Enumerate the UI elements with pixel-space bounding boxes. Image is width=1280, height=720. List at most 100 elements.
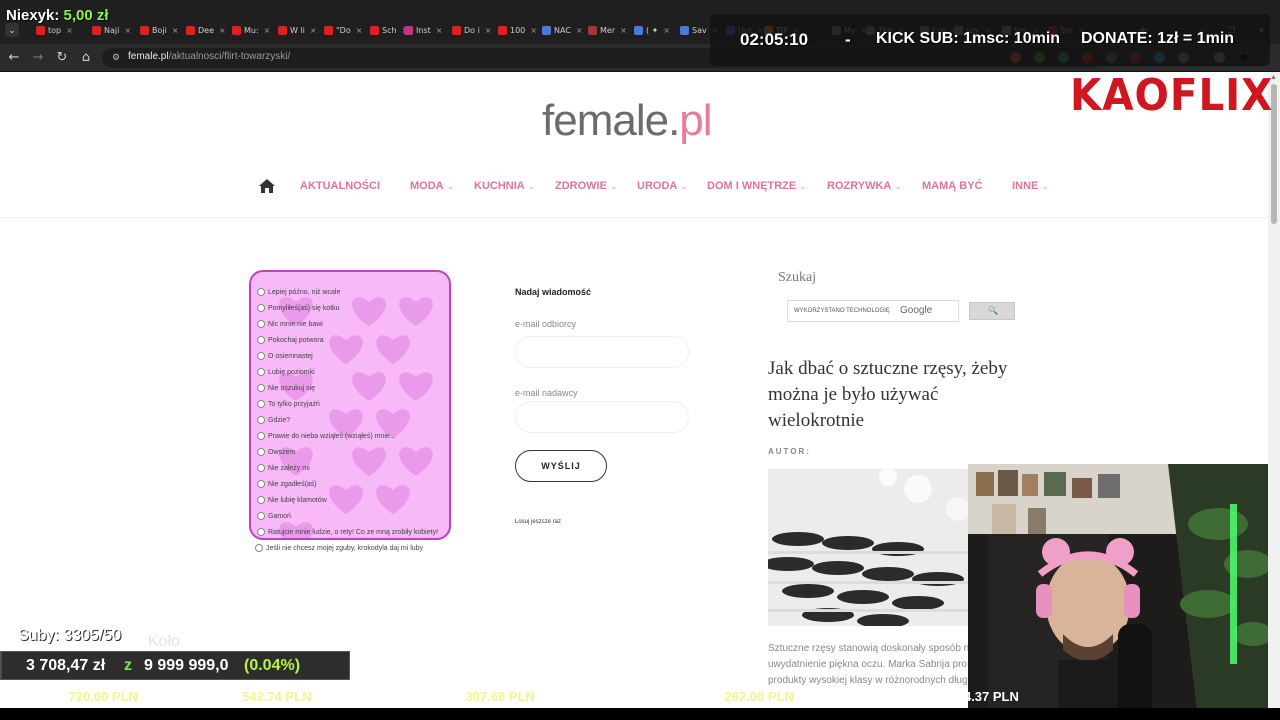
- recipient-email-input[interactable]: [515, 336, 689, 368]
- article-title[interactable]: Jak dbać o sztuczne rzęsy, żeby można je…: [768, 356, 1028, 434]
- tab-close-icon[interactable]: ×: [219, 26, 226, 35]
- reload-icon[interactable]: ↻: [54, 50, 70, 66]
- tab-close-icon[interactable]: ×: [436, 26, 443, 35]
- tab-close-icon[interactable]: ×: [310, 26, 317, 35]
- radio-button[interactable]: [257, 512, 265, 520]
- tab-close-icon[interactable]: ×: [124, 26, 131, 35]
- browser-tab[interactable]: Dee ×: [186, 22, 226, 38]
- tab-label: Sav: [692, 25, 707, 35]
- tab-label: top: [48, 25, 62, 35]
- tab-close-icon[interactable]: ×: [485, 26, 492, 35]
- donor-amount: 262.00 PLN: [724, 689, 794, 704]
- radio-button[interactable]: [255, 544, 263, 552]
- quiz-option[interactable]: O osiemnastej: [257, 352, 313, 360]
- radio-button[interactable]: [257, 432, 265, 440]
- send-button[interactable]: WYŚLIJ: [515, 450, 607, 482]
- radio-button[interactable]: [257, 464, 265, 472]
- quiz-option[interactable]: Pomyliłeś(aś) się kotku: [257, 304, 340, 312]
- menu-item[interactable]: AKTUALNOŚCI: [300, 180, 380, 192]
- quiz-option[interactable]: To tylko przyjaźń: [257, 400, 320, 408]
- quiz-option[interactable]: Nie zależy mi: [257, 464, 310, 472]
- menu-item-label: INNE: [1012, 180, 1039, 192]
- search-button[interactable]: 🔍: [969, 302, 1015, 320]
- chevron-down-icon: ⌄: [446, 181, 455, 191]
- tab-close-icon[interactable]: ×: [356, 26, 363, 35]
- radio-button[interactable]: [257, 368, 265, 376]
- browser-tab[interactable]: Sch×: [370, 22, 408, 38]
- browser-tab[interactable]: Inst ×: [404, 22, 442, 38]
- chevron-down-icon: ⌄: [894, 181, 902, 191]
- tab-close-icon[interactable]: ×: [264, 26, 271, 35]
- radio-button[interactable]: [257, 400, 265, 408]
- browser-tab[interactable]: Naji ×: [92, 22, 131, 38]
- tab-close-icon[interactable]: ×: [620, 26, 627, 35]
- radio-button[interactable]: [257, 336, 265, 344]
- tab-close-icon[interactable]: ×: [576, 26, 583, 35]
- back-icon[interactable]: ←: [6, 50, 22, 66]
- browser-tab[interactable]: Mu: ×: [232, 22, 270, 38]
- browser-tab[interactable]: top ×: [36, 22, 73, 38]
- radio-button[interactable]: [257, 304, 265, 312]
- home-button-icon[interactable]: ⌂: [78, 50, 94, 66]
- quiz-option[interactable]: Lepiej późno, niż wcale: [257, 288, 340, 296]
- radio-button[interactable]: [257, 496, 265, 504]
- forward-icon[interactable]: →: [30, 50, 46, 66]
- quiz-option[interactable]: Nie lubię klamotów: [257, 496, 327, 504]
- browser-tab[interactable]: Do i ×: [452, 22, 492, 38]
- browser-tab[interactable]: Boji ×: [140, 22, 179, 38]
- article-image[interactable]: [768, 469, 968, 626]
- page-scrollbar[interactable]: ▲: [1268, 72, 1280, 720]
- menu-item[interactable]: DOM I WNĘTRZE ⌄: [707, 180, 807, 192]
- quiz-option[interactable]: Nie oszukuj się: [257, 384, 315, 392]
- home-icon[interactable]: [258, 178, 276, 194]
- tab-close-icon[interactable]: ×: [530, 26, 537, 35]
- radio-button[interactable]: [257, 288, 265, 296]
- quiz-option[interactable]: Gamoń: [257, 512, 291, 520]
- tab-close-icon[interactable]: ×: [663, 26, 670, 35]
- browser-tab[interactable]: ( ✦ ×: [634, 22, 670, 38]
- site-info-icon[interactable]: ⚙: [112, 52, 122, 62]
- quiz-option[interactable]: Lubię poziomki: [257, 368, 315, 376]
- reroll-link[interactable]: Losuj jeszcze raz: [515, 519, 561, 525]
- search-input[interactable]: WYKORZYSTANO TECHNOLOGIĘ Google: [787, 300, 959, 322]
- radio-button[interactable]: [257, 448, 265, 456]
- menu-item[interactable]: INNE ⌄: [1012, 180, 1049, 192]
- browser-tab[interactable]: Mer ×: [588, 22, 627, 38]
- browser-tab[interactable]: 100 ×: [498, 22, 537, 38]
- browser-tab[interactable]: W li ×: [278, 22, 317, 38]
- radio-button[interactable]: [257, 320, 265, 328]
- radio-button[interactable]: [257, 416, 265, 424]
- sender-email-input[interactable]: [515, 401, 689, 433]
- tab-close-icon[interactable]: ×: [172, 26, 179, 35]
- menu-item[interactable]: URODA ⌄: [637, 180, 688, 192]
- menu-item-label: ZDROWIE: [555, 180, 607, 192]
- quiz-option[interactable]: Gdzie?: [257, 416, 290, 424]
- tab-label: ( ✦: [646, 25, 659, 35]
- browser-tab[interactable]: NAC ×: [542, 22, 583, 38]
- menu-item[interactable]: ROZRYWKA ⌄: [827, 180, 902, 192]
- goal-target: 9 999 999,0: [144, 657, 229, 674]
- menu-item[interactable]: MODA ⌄: [410, 180, 454, 192]
- quiz-option[interactable]: Nic mnie nie bawi: [257, 320, 323, 328]
- menu-item[interactable]: ZDROWIE ⌄: [555, 180, 618, 192]
- subs-counter: Suby: 3305/50: [18, 627, 122, 644]
- quiz-option[interactable]: Ratujcie mnie ludzie, o rety! Co ze mną …: [257, 528, 438, 536]
- quiz-option[interactable]: Owszem: [257, 448, 295, 456]
- goal-z: z: [124, 657, 132, 674]
- tab-close-icon[interactable]: ×: [66, 26, 73, 35]
- radio-button[interactable]: [257, 384, 265, 392]
- site-logo[interactable]: female.pl: [542, 96, 713, 146]
- quiz-option[interactable]: Prawie do nieba wziąłeś (wziąłeś) mnie..…: [257, 432, 396, 440]
- menu-item[interactable]: MAMĄ BYĆ: [922, 180, 983, 192]
- quiz-option[interactable]: Nie zgadłeś(aś): [257, 480, 317, 488]
- browser-tab[interactable]: "Do ×: [324, 22, 362, 38]
- tab-search-button[interactable]: ⌄: [5, 23, 19, 37]
- quiz-option[interactable]: Pokochaj potwora: [257, 336, 324, 344]
- tab-label: Dee: [198, 25, 215, 35]
- radio-button[interactable]: [257, 352, 265, 360]
- quiz-option[interactable]: Jeśli nie chcesz mojej zguby, krokodyla …: [255, 544, 423, 552]
- radio-button[interactable]: [257, 528, 265, 536]
- radio-button[interactable]: [257, 480, 265, 488]
- menu-item[interactable]: KUCHNIA ⌄: [474, 180, 535, 192]
- chevron-down-icon: ⌄: [1041, 181, 1049, 191]
